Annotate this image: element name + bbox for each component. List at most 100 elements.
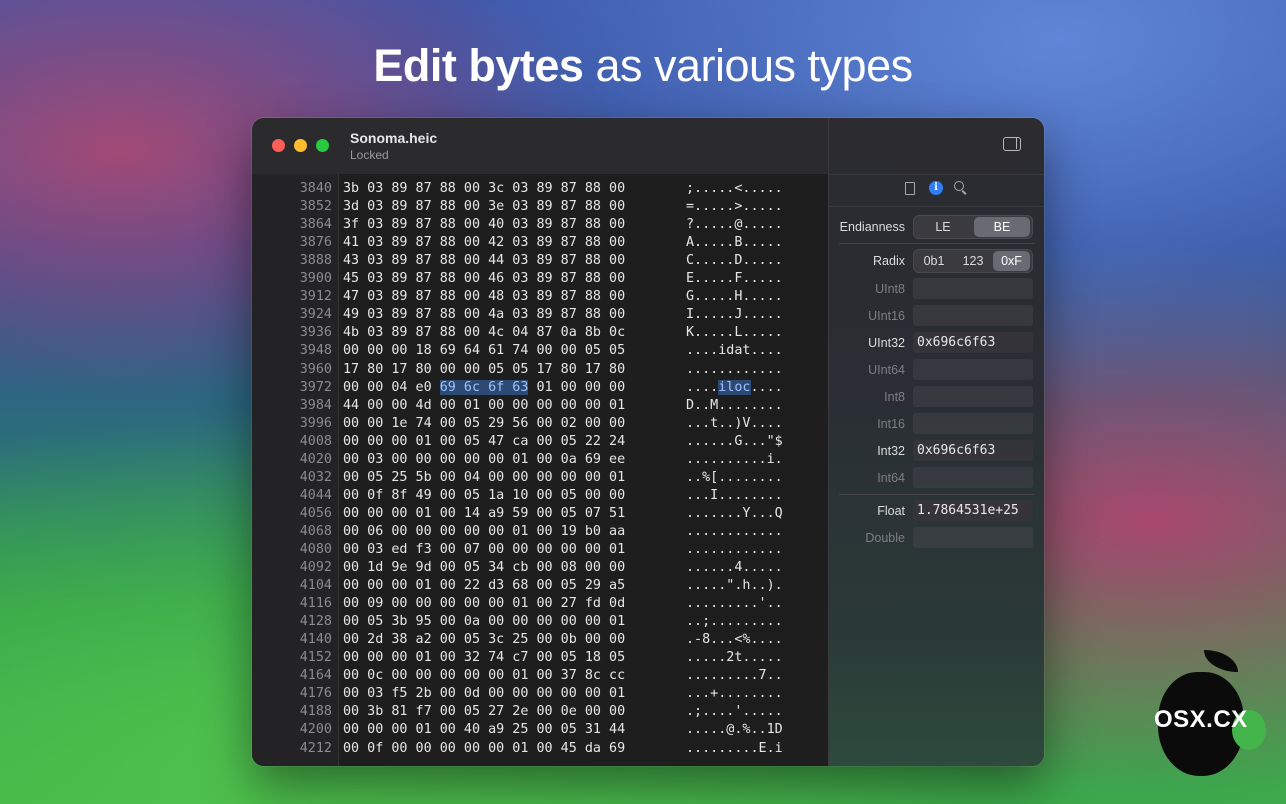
row-hex-bytes[interactable]: 00 0f 8f 49 00 05 1a 10 00 05 00 00 xyxy=(343,487,625,505)
int32-field[interactable]: 0x696c6f63 xyxy=(913,440,1033,461)
hex-row[interactable]: 3948 00 00 00 18 69 64 61 74 00 00 05 05.… xyxy=(252,342,828,360)
hex-row[interactable]: 3840 3b 03 89 87 88 00 3c 03 89 87 88 00;… xyxy=(252,180,828,198)
ascii-part[interactable]: .... xyxy=(751,380,783,395)
row-ascii[interactable]: ..%[........ xyxy=(686,469,783,487)
hex-row-selected[interactable]: 3972 00 00 04 e0 69 6c 6f 63 01 00 00 00.… xyxy=(252,379,828,397)
minimize-window-button[interactable] xyxy=(294,139,307,152)
hex-row[interactable]: 4068 00 06 00 00 00 00 00 01 00 19 b0 aa.… xyxy=(252,523,828,541)
row-hex-bytes[interactable]: 00 00 00 18 69 64 61 74 00 00 05 05 xyxy=(343,342,625,360)
hex-bytes-part[interactable]: 00 00 04 e0 xyxy=(343,380,440,395)
hex-row[interactable]: 4200 00 00 00 01 00 40 a9 25 00 05 31 44.… xyxy=(252,721,828,739)
uint32-field[interactable]: 0x696c6f63 xyxy=(913,332,1033,353)
endianness-be-button[interactable]: BE xyxy=(974,217,1030,237)
uint64-field[interactable] xyxy=(913,359,1033,380)
hex-row[interactable]: 4020 00 03 00 00 00 00 00 01 00 0a 69 ee.… xyxy=(252,451,828,469)
sidebar-right-icon[interactable] xyxy=(1003,137,1021,151)
hex-row[interactable]: 4116 00 09 00 00 00 00 00 01 00 27 fd 0d.… xyxy=(252,595,828,613)
row-ascii[interactable]: .......Y...Q xyxy=(686,505,783,523)
row-hex-bytes[interactable]: 00 03 ed f3 00 07 00 00 00 00 00 01 xyxy=(343,541,625,559)
row-ascii[interactable]: ....iloc.... xyxy=(686,379,783,397)
row-ascii[interactable]: ......G..."$ xyxy=(686,433,783,451)
hex-row[interactable]: 4140 00 2d 38 a2 00 05 3c 25 00 0b 00 00.… xyxy=(252,631,828,649)
row-hex-bytes[interactable]: 00 00 00 01 00 32 74 c7 00 05 18 05 xyxy=(343,649,625,667)
row-ascii[interactable]: ..;......... xyxy=(686,613,783,631)
hex-row[interactable]: 3996 00 00 1e 74 00 05 29 56 00 02 00 00.… xyxy=(252,415,828,433)
row-hex-bytes[interactable]: 00 0f 00 00 00 00 00 01 00 45 da 69 xyxy=(343,740,625,758)
row-ascii[interactable]: .;....'..... xyxy=(686,703,783,721)
row-hex-bytes[interactable]: 00 00 00 01 00 14 a9 59 00 05 07 51 xyxy=(343,505,625,523)
selected-ascii[interactable]: iloc xyxy=(718,379,751,395)
row-hex-bytes[interactable]: 43 03 89 87 88 00 44 03 89 87 88 00 xyxy=(343,252,625,270)
row-ascii[interactable]: E.....F..... xyxy=(686,270,783,288)
row-hex-bytes[interactable]: 41 03 89 87 88 00 42 03 89 87 88 00 xyxy=(343,234,625,252)
radix-binary-button[interactable]: 0b1 xyxy=(915,251,953,271)
hex-view[interactable]: 382839 03 89 87 88 00 3a 03 89 87 88 009… xyxy=(252,174,828,766)
row-hex-bytes[interactable]: 3b 03 89 87 88 00 3c 03 89 87 88 00 xyxy=(343,180,625,198)
row-hex-bytes[interactable]: 00 00 00 01 00 40 a9 25 00 05 31 44 xyxy=(343,721,625,739)
double-field[interactable] xyxy=(913,527,1033,548)
row-hex-bytes[interactable]: 4b 03 89 87 88 00 4c 04 87 0a 8b 0c xyxy=(343,324,625,342)
row-ascii[interactable]: K.....L..... xyxy=(686,324,783,342)
row-ascii[interactable]: ..........i. xyxy=(686,451,783,469)
row-hex-bytes[interactable]: 00 2d 38 a2 00 05 3c 25 00 0b 00 00 xyxy=(343,631,625,649)
hex-row[interactable]: 4044 00 0f 8f 49 00 05 1a 10 00 05 00 00.… xyxy=(252,487,828,505)
row-ascii[interactable]: A.....B..... xyxy=(686,234,783,252)
row-ascii[interactable]: G.....H..... xyxy=(686,288,783,306)
row-hex-bytes[interactable]: 49 03 89 87 88 00 4a 03 89 87 88 00 xyxy=(343,306,625,324)
int16-field[interactable] xyxy=(913,413,1033,434)
row-ascii[interactable]: .....2t..... xyxy=(686,649,783,667)
row-ascii[interactable]: ?.....@..... xyxy=(686,216,783,234)
hex-row[interactable]: 4092 00 1d 9e 9d 00 05 34 cb 00 08 00 00.… xyxy=(252,559,828,577)
row-hex-bytes[interactable]: 45 03 89 87 88 00 46 03 89 87 88 00 xyxy=(343,270,625,288)
hex-row[interactable]: 4164 00 0c 00 00 00 00 00 01 00 37 8c cc.… xyxy=(252,667,828,685)
close-window-button[interactable] xyxy=(272,139,285,152)
row-hex-bytes[interactable]: 00 00 00 01 00 05 47 ca 00 05 22 24 xyxy=(343,433,625,451)
row-ascii[interactable]: ;.....<..... xyxy=(686,180,783,198)
hex-row[interactable]: 3900 45 03 89 87 88 00 46 03 89 87 88 00 E… xyxy=(252,270,828,288)
hex-row[interactable]: 4176 00 03 f5 2b 00 0d 00 00 00 00 00 01.… xyxy=(252,685,828,703)
radix-hex-button[interactable]: 0xF xyxy=(993,251,1030,271)
hex-row[interactable]: 3960 17 80 17 80 00 00 05 05 17 80 17 80.… xyxy=(252,361,828,379)
row-ascii[interactable]: ............ xyxy=(686,541,783,559)
hex-row[interactable]: 3984 44 00 00 4d 00 01 00 00 00 00 00 01 D… xyxy=(252,397,828,415)
hex-row[interactable]: 4188 00 3b 81 f7 00 05 27 2e 00 0e 00 00.… xyxy=(252,703,828,721)
row-ascii[interactable]: ............ xyxy=(686,361,783,379)
row-ascii[interactable]: .........7.. xyxy=(686,667,783,685)
row-ascii[interactable]: I.....J..... xyxy=(686,306,783,324)
row-ascii[interactable]: .....@.%..1D xyxy=(686,721,783,739)
row-ascii[interactable]: D..M........ xyxy=(686,397,783,415)
selected-bytes[interactable]: 69 6c 6f 63 xyxy=(439,379,529,395)
hex-row[interactable]: 3936 4b 03 89 87 88 00 4c 04 87 0a 8b 0c K… xyxy=(252,324,828,342)
hex-row[interactable]: 4008 00 00 00 01 00 05 47 ca 00 05 22 24.… xyxy=(252,433,828,451)
row-hex-bytes[interactable]: 00 0c 00 00 00 00 00 01 00 37 8c cc xyxy=(343,667,625,685)
row-hex-bytes[interactable]: 00 1d 9e 9d 00 05 34 cb 00 08 00 00 xyxy=(343,559,625,577)
row-hex-bytes[interactable]: 00 00 00 01 00 22 d3 68 00 05 29 a5 xyxy=(343,577,625,595)
row-hex-bytes[interactable]: 44 00 00 4d 00 01 00 00 00 00 00 01 xyxy=(343,397,625,415)
radix-decimal-button[interactable]: 123 xyxy=(954,251,992,271)
row-hex-bytes[interactable]: 3d 03 89 87 88 00 3e 03 89 87 88 00 xyxy=(343,198,625,216)
row-hex-bytes[interactable]: 00 06 00 00 00 00 00 01 00 19 b0 aa xyxy=(343,523,625,541)
ascii-part[interactable]: .... xyxy=(686,380,718,395)
hex-row[interactable]: 4056 00 00 00 01 00 14 a9 59 00 05 07 51.… xyxy=(252,505,828,523)
hex-row[interactable]: 4104 00 00 00 01 00 22 d3 68 00 05 29 a5.… xyxy=(252,577,828,595)
float-field[interactable]: 1.7864531e+25 xyxy=(913,500,1033,521)
uint8-field[interactable] xyxy=(913,278,1033,299)
row-hex-bytes[interactable]: 00 09 00 00 00 00 00 01 00 27 fd 0d xyxy=(343,595,625,613)
magnifier-icon[interactable] xyxy=(954,181,964,191)
row-ascii[interactable]: =.....>..... xyxy=(686,198,783,216)
row-ascii[interactable]: C.....D..... xyxy=(686,252,783,270)
row-hex-bytes[interactable]: 00 00 04 e0 69 6c 6f 63 01 00 00 00 xyxy=(343,379,625,397)
row-hex-bytes[interactable]: 00 03 00 00 00 00 00 01 00 0a 69 ee xyxy=(343,451,625,469)
hex-row[interactable]: 4032 00 05 25 5b 00 04 00 00 00 00 00 01.… xyxy=(252,469,828,487)
row-ascii[interactable]: .....".h..). xyxy=(686,577,783,595)
hex-row[interactable]: 4128 00 05 3b 95 00 0a 00 00 00 00 00 01.… xyxy=(252,613,828,631)
hex-row[interactable]: 3876 41 03 89 87 88 00 42 03 89 87 88 00 A… xyxy=(252,234,828,252)
row-ascii[interactable]: ...t..)V.... xyxy=(686,415,783,433)
row-hex-bytes[interactable]: 00 03 f5 2b 00 0d 00 00 00 00 00 01 xyxy=(343,685,625,703)
hex-row[interactable]: 3888 43 03 89 87 88 00 44 03 89 87 88 00 C… xyxy=(252,252,828,270)
row-ascii[interactable]: ....idat.... xyxy=(686,342,783,360)
zoom-window-button[interactable] xyxy=(316,139,329,152)
uint16-field[interactable] xyxy=(913,305,1033,326)
row-hex-bytes[interactable]: 00 05 3b 95 00 0a 00 00 00 00 00 01 xyxy=(343,613,625,631)
row-ascii[interactable]: ...+........ xyxy=(686,685,783,703)
